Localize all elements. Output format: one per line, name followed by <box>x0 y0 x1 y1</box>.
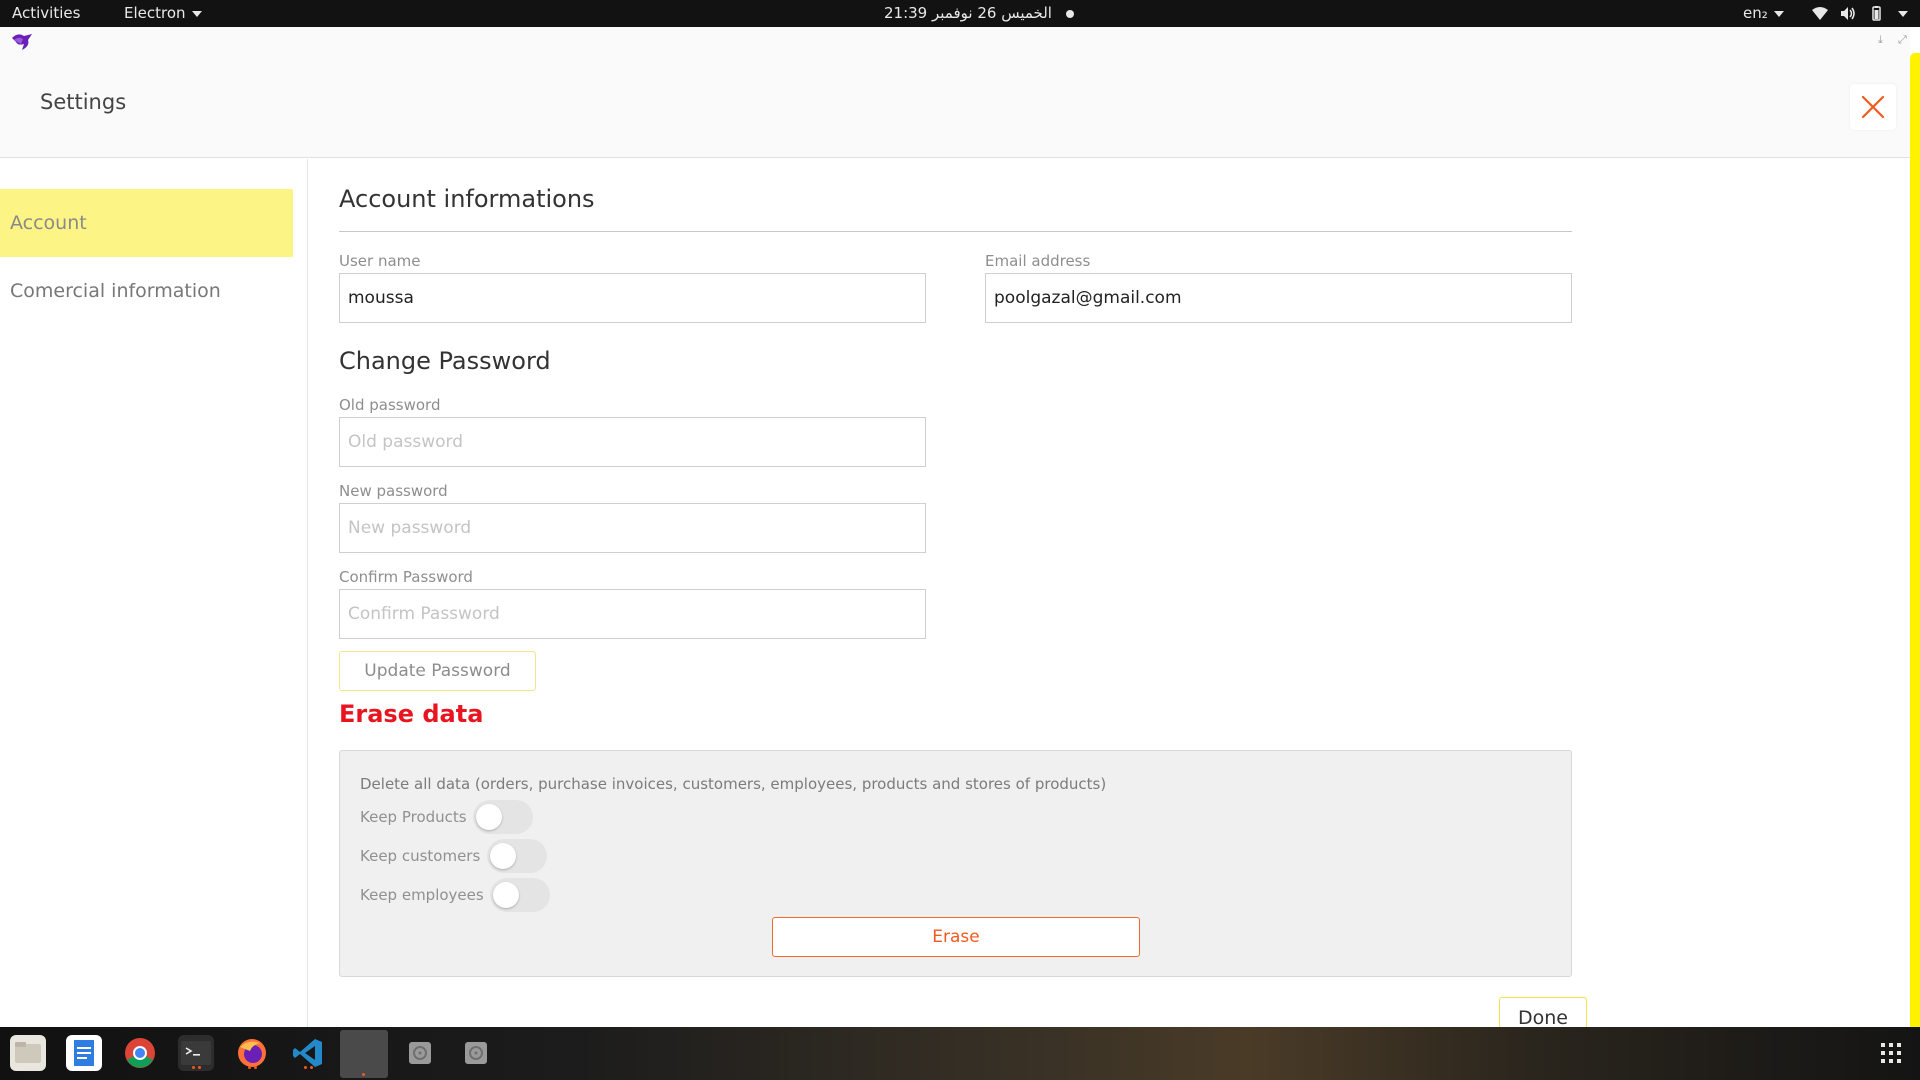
chrome-logo-icon <box>125 1038 155 1068</box>
erase-data-panel: Delete all data (orders, purchase invoic… <box>339 750 1572 977</box>
firefox-logo-icon <box>238 1039 266 1067</box>
running-indicator <box>198 1066 201 1069</box>
app-window: ⤓ ⤢ Settings Account Comercial informati… <box>0 27 1920 1038</box>
change-password-title: Change Password <box>339 347 551 375</box>
vscode-icon[interactable] <box>290 1035 326 1071</box>
toggle-knob <box>490 842 517 869</box>
chrome-icon[interactable] <box>122 1035 158 1071</box>
clock-label: الخميس 26 نوفمبر 21:39 <box>884 4 1052 22</box>
running-indicator <box>310 1066 313 1069</box>
document-icon <box>74 1040 94 1066</box>
drive-icon <box>409 1042 431 1064</box>
chevron-down-icon <box>191 10 202 17</box>
erase-button[interactable]: Erase <box>772 917 1140 957</box>
firefox-icon[interactable] <box>234 1035 270 1071</box>
volume-icon[interactable] <box>1840 6 1856 21</box>
files-icon[interactable] <box>10 1035 46 1071</box>
drive-icon <box>465 1042 487 1064</box>
username-input[interactable] <box>339 273 926 323</box>
battery-icon[interactable] <box>1868 6 1884 21</box>
email-input[interactable] <box>985 273 1572 323</box>
terminal-icon[interactable] <box>178 1035 214 1071</box>
erase-description: Delete all data (orders, purchase invoic… <box>360 775 1107 793</box>
close-icon <box>1861 95 1885 119</box>
sidebar-item-label: Account <box>10 212 87 234</box>
app-menu-label: Electron <box>124 4 186 22</box>
app-logo-icon <box>12 34 32 50</box>
folder-icon <box>15 1042 41 1063</box>
settings-sidebar: Account Comercial information <box>0 159 308 1027</box>
email-label: Email address <box>985 252 1091 270</box>
maximize-icon[interactable]: ⤢ <box>1898 33 1907 47</box>
system-menu[interactable] <box>1892 0 1908 27</box>
wifi-icon[interactable] <box>1812 6 1828 21</box>
window-titlebar: ⤓ ⤢ <box>0 27 1910 54</box>
confirm-password-label: Confirm Password <box>339 568 473 586</box>
update-password-button[interactable]: Update Password <box>339 651 536 691</box>
confirm-password-input[interactable] <box>339 589 926 639</box>
dock <box>0 1027 1920 1080</box>
keyboard-layout-label: en₂ <box>1743 4 1768 22</box>
disk-icon[interactable] <box>402 1035 438 1071</box>
keyboard-layout-menu[interactable]: en₂ <box>1743 0 1784 27</box>
running-indicator <box>362 1073 365 1076</box>
minimize-icon[interactable]: ⤓ <box>1878 33 1883 47</box>
settings-header: Settings <box>0 54 1910 158</box>
activities-button[interactable]: Activities <box>12 0 80 27</box>
text-editor-icon[interactable] <box>66 1035 102 1071</box>
sidebar-item-account[interactable]: Account <box>0 189 293 257</box>
keep-employees-toggle[interactable] <box>490 877 551 912</box>
chevron-down-icon <box>1898 10 1908 17</box>
keep-products-label: Keep Products <box>360 807 467 826</box>
keep-customers-label: Keep customers <box>360 846 481 865</box>
keep-employees-row: Keep employees <box>360 877 551 912</box>
keep-employees-label: Keep employees <box>360 885 484 904</box>
settings-content: Account informations User name Email add… <box>309 159 1909 1038</box>
show-applications-icon <box>1881 1043 1901 1063</box>
chevron-down-icon <box>1773 10 1784 17</box>
running-indicator <box>304 1066 307 1069</box>
running-indicator <box>254 1066 257 1069</box>
app-grid-icon[interactable] <box>1873 1035 1909 1071</box>
close-button[interactable] <box>1850 84 1896 130</box>
erase-data-title: Erase data <box>339 700 484 728</box>
account-section-title: Account informations <box>339 185 595 213</box>
section-divider <box>339 231 1572 232</box>
toggle-knob <box>476 803 503 830</box>
system-top-bar: Activities Electron الخميس 26 نوفمبر 21:… <box>0 0 1920 27</box>
keep-products-toggle[interactable] <box>473 799 534 834</box>
disk-icon-2[interactable] <box>458 1035 494 1071</box>
vscode-logo-icon <box>293 1039 322 1067</box>
new-password-input[interactable] <box>339 503 926 553</box>
clock[interactable]: الخميس 26 نوفمبر 21:39 <box>884 0 1074 27</box>
notification-dot-icon <box>1065 9 1074 18</box>
scrollbar[interactable] <box>1910 53 1920 1027</box>
keep-customers-toggle[interactable] <box>487 838 548 873</box>
app-menu[interactable]: Electron <box>124 0 202 27</box>
keep-customers-row: Keep customers <box>360 838 548 873</box>
terminal-prompt-icon <box>181 1041 211 1065</box>
new-password-label: New password <box>339 482 448 500</box>
electron-app-icon[interactable] <box>340 1030 388 1078</box>
old-password-input[interactable] <box>339 417 926 467</box>
running-indicator <box>248 1066 251 1069</box>
username-label: User name <box>339 252 421 270</box>
running-indicator <box>192 1066 195 1069</box>
sidebar-item-comercial-information[interactable]: Comercial information <box>0 257 293 325</box>
page-title: Settings <box>40 90 127 114</box>
old-password-label: Old password <box>339 396 441 414</box>
keep-products-row: Keep Products <box>360 799 534 834</box>
toggle-knob <box>493 881 520 908</box>
sidebar-item-label: Comercial information <box>10 280 221 302</box>
